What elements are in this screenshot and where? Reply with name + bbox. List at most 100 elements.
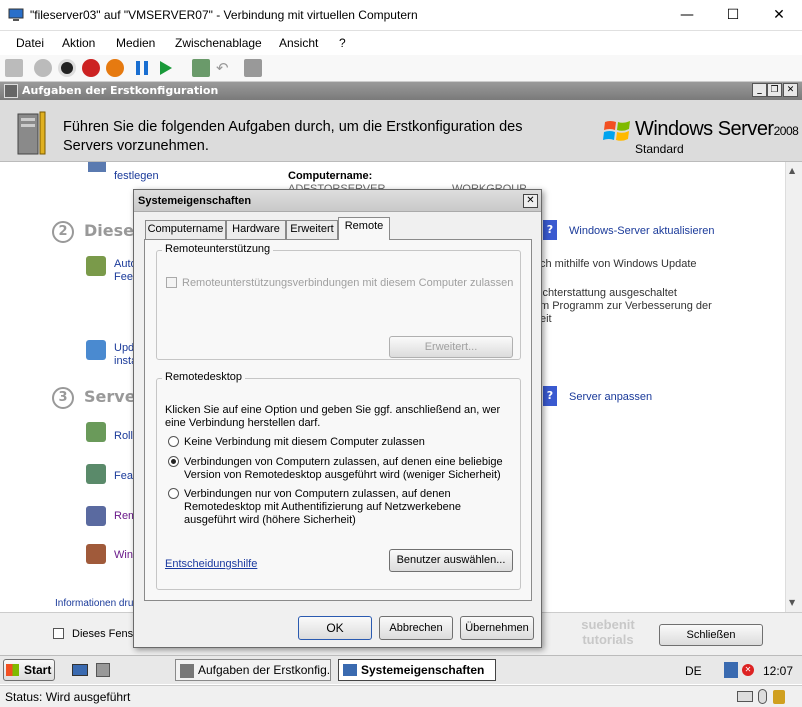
server-tools-icon	[14, 108, 52, 156]
tab-remote[interactable]: Remote	[338, 217, 390, 240]
ict-scrollbar[interactable]: ▲ ▼	[785, 162, 802, 612]
save-icon[interactable]	[106, 59, 124, 77]
ict-close-main-button[interactable]: Schließen	[659, 624, 763, 646]
info-link[interactable]: Informationen dru	[55, 598, 133, 609]
menu-ansicht[interactable]: Ansicht	[271, 36, 326, 50]
insert-disk-icon[interactable]	[244, 59, 262, 77]
watermark: suebenit tutorials	[566, 617, 650, 647]
language-indicator[interactable]: DE	[685, 664, 702, 678]
network-tray-icon[interactable]	[724, 662, 738, 678]
features-icon	[86, 464, 106, 484]
menu-aktion[interactable]: Aktion	[54, 36, 103, 50]
system-properties-dialog: Systemeigenschaften ✕ Computername Hardw…	[133, 189, 542, 648]
decision-help-link[interactable]: Entscheidungshilfe	[165, 558, 257, 571]
menu-medien[interactable]: Medien	[108, 36, 163, 50]
ict-minimize-button[interactable]: _	[752, 83, 767, 97]
dont-show-checkbox[interactable]	[53, 628, 64, 639]
remote-assist-legend: Remoteunterstützung	[162, 243, 274, 255]
dialog-titlebar: Systemeigenschaften ✕	[134, 190, 541, 212]
radio-no-connection[interactable]	[168, 436, 179, 447]
mouse-icon	[758, 689, 767, 704]
watermark-line-1: suebenit	[581, 617, 635, 632]
ict-titlebar: Aufgaben der Erstkonfiguration _ ❐ ✕	[0, 82, 802, 100]
windows-flag-icon	[603, 118, 631, 144]
guest-taskbar: Start Aufgaben der Erstkonfig... Systeme…	[0, 655, 802, 684]
scroll-down-icon[interactable]: ▼	[789, 598, 795, 607]
dialog-title: Systemeigenschaften	[138, 195, 252, 207]
users-icon	[86, 256, 106, 276]
task-ict-icon	[180, 664, 194, 678]
remote-desktop-intro: Klicken Sie auf eine Option und geben Si…	[165, 404, 501, 429]
banner-message: Führen Sie die folgenden Aufgaben durch,…	[63, 119, 523, 154]
remote-icon	[86, 506, 106, 526]
feedback-text-2: m Programm zur Verbesserung der	[540, 300, 712, 312]
customize-server-link[interactable]: Server anpassen	[569, 391, 652, 403]
menu-datei[interactable]: Datei	[8, 36, 52, 50]
tab-hardware[interactable]: Hardware	[226, 220, 286, 239]
host-statusbar: Status: Wird ausgeführt	[0, 685, 802, 707]
ok-button[interactable]: OK	[298, 616, 372, 640]
brand-edition: Standard	[635, 142, 684, 156]
upd-link[interactable]: Upd	[114, 342, 134, 354]
win-link[interactable]: Win	[114, 549, 133, 561]
tab-computername[interactable]: Computername	[145, 220, 226, 239]
taskbar-clock: 12:07	[763, 664, 794, 678]
cancel-button[interactable]: Abbrechen	[379, 616, 453, 640]
remote-assist-checkbox[interactable]	[166, 277, 177, 288]
tab-erweitert[interactable]: Erweitert	[286, 220, 338, 239]
status-text: Status: Wird ausgeführt	[5, 690, 131, 704]
section-2-number: 2	[52, 221, 74, 243]
apply-button[interactable]: Übernehmen	[460, 616, 534, 640]
shutdown-icon[interactable]	[82, 59, 100, 77]
update-icon	[86, 340, 106, 360]
maximize-button[interactable]: ☐	[710, 0, 756, 31]
festlegen-link[interactable]: festlegen	[114, 170, 159, 182]
ict-title: Aufgaben der Erstkonfiguration	[22, 84, 219, 97]
task-sysprops-icon	[343, 664, 357, 676]
menu-zwischenablage[interactable]: Zwischenablage	[167, 36, 270, 50]
ict-restore-button[interactable]: ❐	[767, 83, 782, 97]
pause-icon[interactable]	[136, 61, 148, 75]
radio-nla-only[interactable]	[168, 488, 179, 499]
taskbar-task-sysprops[interactable]: Systemeigenschaften	[338, 659, 496, 681]
menu-bar: Datei Aktion Medien Zwischenablage Ansic…	[0, 31, 802, 55]
menu-help[interactable]: ?	[331, 36, 354, 50]
vm-connection-icon	[8, 8, 24, 22]
minimize-button[interactable]: —	[664, 0, 710, 31]
close-button[interactable]: ✕	[756, 0, 802, 31]
section-3-number: 3	[52, 387, 74, 409]
remote-assist-checkbox-label: Remoteunterstützungsverbindungen mit die…	[182, 277, 514, 289]
window-title: "fileserver03" auf "VMSERVER07" - Verbin…	[30, 8, 418, 22]
start-label: Start	[24, 663, 52, 677]
watermark-line-2: tutorials	[582, 632, 634, 647]
radio-any-version-label: Verbindungen von Computern zulassen, auf…	[184, 456, 503, 481]
select-users-button[interactable]: Benutzer auswählen...	[389, 549, 513, 572]
roll-link[interactable]: Roll	[114, 430, 133, 442]
host-titlebar: "fileserver03" auf "VMSERVER07" - Verbin…	[0, 0, 802, 31]
dont-show-label: Dieses Fenst	[72, 628, 137, 640]
lock-icon	[773, 690, 785, 704]
turn-off-icon[interactable]	[58, 59, 76, 77]
firewall-icon	[86, 544, 106, 564]
server-manager-icon[interactable]	[96, 663, 110, 677]
dialog-close-button[interactable]: ✕	[523, 194, 538, 208]
revert-icon[interactable]: ↶	[216, 59, 229, 77]
help-icon: ?	[543, 220, 557, 240]
radio-any-version[interactable]	[168, 456, 179, 467]
computer-icon	[88, 162, 106, 172]
ict-banner: Führen Sie die folgenden Aufgaben durch,…	[0, 100, 802, 162]
ict-close-button[interactable]: ✕	[783, 83, 798, 97]
show-desktop-icon[interactable]	[72, 664, 88, 676]
help-icon-2: ?	[543, 386, 557, 406]
scroll-up-icon[interactable]: ▲	[789, 166, 795, 175]
start-icon[interactable]	[34, 59, 52, 77]
update-server-link[interactable]: Windows-Server aktualisieren	[569, 225, 715, 237]
ctrl-alt-del-icon[interactable]	[5, 59, 23, 77]
taskbar-task-ict[interactable]: Aufgaben der Erstkonfig...	[175, 659, 331, 681]
remote-assist-advanced-button[interactable]: Erweitert...	[389, 336, 513, 358]
reset-icon[interactable]	[160, 61, 172, 75]
warning-tray-icon[interactable]: ✕	[742, 664, 754, 676]
radio-nla-only-label: Verbindungen nur von Computern zulassen,…	[184, 488, 461, 526]
snapshot-icon[interactable]	[192, 59, 210, 77]
update-text: ch mithilfe von Windows Update	[540, 258, 697, 270]
